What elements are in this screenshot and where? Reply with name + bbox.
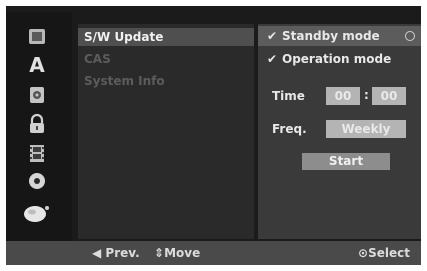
checkmark-icon: ✔ bbox=[266, 29, 278, 43]
move-hint-label: Move bbox=[164, 246, 201, 260]
film-reel-icon[interactable] bbox=[26, 84, 48, 106]
film-strip-icon[interactable] bbox=[26, 142, 48, 164]
submenu-panel: S/W Update CAS System Info bbox=[78, 24, 254, 239]
lock-icon[interactable] bbox=[26, 113, 48, 135]
start-button[interactable]: Start bbox=[302, 153, 390, 170]
option-operation-mode[interactable]: ✔ Operation mode bbox=[258, 49, 391, 69]
setup-screen: A S/W Update CAS System Info ✔ Standby mo… bbox=[6, 6, 421, 265]
checkmark-icon: ✔ bbox=[266, 52, 278, 66]
move-hint: ⇕Move bbox=[154, 241, 200, 265]
menu-item-cas[interactable]: CAS bbox=[84, 50, 111, 68]
left-arrow-icon: ◀ bbox=[92, 246, 102, 260]
options-panel: ✔ Standby mode ✔ Operation mode Time 00 : … bbox=[258, 24, 421, 239]
disc-icon[interactable] bbox=[26, 26, 48, 48]
time-label: Time bbox=[272, 89, 305, 103]
menu-item-system-info[interactable]: System Info bbox=[84, 72, 165, 90]
prev-hint: ◀ Prev. bbox=[92, 241, 140, 265]
record-icon[interactable] bbox=[26, 170, 48, 192]
option-standby-label: Standby mode bbox=[282, 29, 380, 43]
option-standby-mode[interactable]: ✔ Standby mode bbox=[258, 26, 421, 46]
time-minutes-field[interactable]: 00 bbox=[372, 87, 406, 105]
time-hours-field[interactable]: 00 bbox=[326, 87, 360, 105]
time-separator: : bbox=[364, 88, 369, 102]
bottom-hint-bar: ◀ Prev. ⇕Move ⊙Select bbox=[6, 241, 421, 265]
select-ring-icon bbox=[405, 31, 415, 41]
up-down-arrow-icon: ⇕ bbox=[154, 246, 165, 260]
freq-select[interactable]: Weekly bbox=[326, 120, 406, 138]
letter-a-icon[interactable]: A bbox=[26, 54, 48, 76]
select-button-icon: ⊙ bbox=[358, 246, 369, 260]
freq-label: Freq. bbox=[272, 122, 307, 136]
globe-icon[interactable] bbox=[22, 202, 52, 224]
option-operation-label: Operation mode bbox=[282, 52, 392, 66]
menu-item-sw-update[interactable]: S/W Update bbox=[78, 28, 254, 46]
prev-hint-label: Prev. bbox=[105, 246, 140, 260]
select-hint: ⊙Select bbox=[358, 241, 410, 265]
select-hint-label: Select bbox=[368, 246, 410, 260]
category-icon-sidebar: A bbox=[6, 12, 72, 241]
